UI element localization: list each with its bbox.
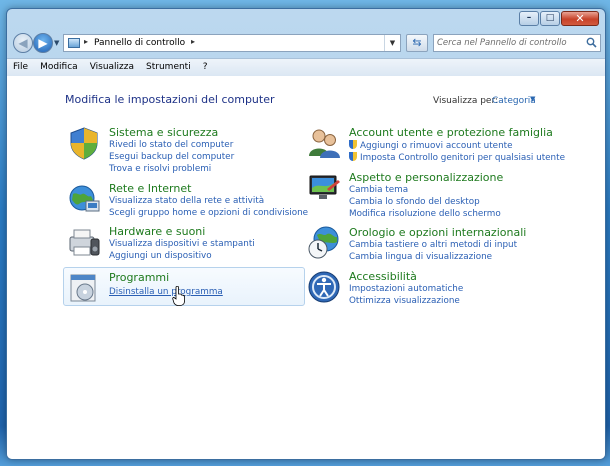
back-arrow-icon: ◀: [18, 36, 28, 50]
network-internet-icon[interactable]: [67, 182, 101, 216]
category-title[interactable]: Orologio e opzioni internazionali: [349, 226, 526, 239]
category-title[interactable]: Rete e Internet: [109, 182, 191, 195]
address-history-dropdown[interactable]: ▼: [384, 35, 400, 51]
category-title[interactable]: Sistema e sicurezza: [109, 126, 218, 139]
link-display-language[interactable]: Cambia lingua di visualizzazione: [349, 252, 492, 262]
link-backup[interactable]: Esegui backup del computer: [109, 152, 234, 162]
minimize-icon: –: [526, 13, 532, 23]
category-title[interactable]: Hardware e suoni: [109, 225, 205, 238]
chevron-down-icon[interactable]: ▼: [530, 95, 535, 103]
search-box[interactable]: [433, 34, 601, 52]
link-label: Imposta Controllo genitori per qualsiasi…: [360, 153, 565, 163]
link-label: Aggiungi o rimuovi account utente: [360, 141, 513, 151]
user-accounts-icon[interactable]: [307, 126, 341, 160]
breadcrumb-chevron-icon[interactable]: ▸: [84, 37, 88, 46]
appearance-icon[interactable]: [307, 171, 341, 205]
breadcrumb-chevron-icon[interactable]: ▸: [191, 37, 195, 46]
menu-file[interactable]: File: [7, 59, 34, 75]
system-security-icon[interactable]: [67, 126, 101, 160]
breadcrumb-control-panel[interactable]: Pannello di controllo: [94, 38, 185, 48]
link-screen-resolution[interactable]: Modifica risoluzione dello schermo: [349, 209, 501, 219]
title-bar[interactable]: – □ ✕: [7, 9, 605, 31]
link-add-device[interactable]: Aggiungi un dispositivo: [109, 251, 212, 261]
content-pane: Modifica le impostazioni del computer Vi…: [7, 76, 605, 459]
link-add-remove-accounts[interactable]: Aggiungi o rimuovi account utente: [349, 140, 513, 151]
hand-cursor-icon: [172, 286, 185, 306]
link-optimize-display[interactable]: Ottimizza visualizzazione: [349, 296, 460, 306]
link-automatic-settings[interactable]: Impostazioni automatiche: [349, 284, 463, 294]
menu-help[interactable]: ?: [197, 59, 214, 75]
link-devices-printers[interactable]: Visualizza dispositivi e stampanti: [109, 239, 255, 249]
address-bar[interactable]: ▸ Pannello di controllo ▸ ▼: [63, 34, 401, 52]
link-troubleshoot[interactable]: Trova e risolvi problemi: [109, 164, 211, 174]
maximize-button[interactable]: □: [540, 11, 560, 26]
refresh-icon: ⇆: [412, 36, 422, 49]
uac-shield-icon: [349, 152, 357, 161]
link-network-status[interactable]: Visualizza stato della rete e attività: [109, 196, 264, 206]
caption-buttons: – □ ✕: [518, 11, 599, 26]
link-review-status[interactable]: Rivedi lo stato del computer: [109, 140, 233, 150]
category-title[interactable]: Account utente e protezione famiglia: [349, 126, 553, 139]
clock-region-icon[interactable]: [307, 226, 341, 260]
minimize-button[interactable]: –: [519, 11, 539, 26]
menu-bar: File Modifica Visualizza Strumenti?: [7, 58, 605, 77]
menu-strumenti[interactable]: Strumenti: [140, 59, 197, 75]
link-uninstall-program[interactable]: Disinstalla un programma: [109, 287, 223, 297]
search-input[interactable]: [437, 35, 582, 51]
forward-button[interactable]: ▶: [33, 33, 53, 53]
close-button[interactable]: ✕: [561, 11, 599, 26]
recent-pages-dropdown[interactable]: ▼: [54, 39, 59, 47]
view-by-label: Visualizza per:: [433, 96, 499, 106]
category-title[interactable]: Aspetto e personalizzazione: [349, 171, 503, 184]
control-panel-icon: [68, 38, 80, 48]
menu-visualizza[interactable]: Visualizza: [84, 59, 140, 75]
link-change-background[interactable]: Cambia lo sfondo del desktop: [349, 197, 480, 207]
category-title[interactable]: Accessibilità: [349, 270, 417, 283]
control-panel-window: – □ ✕ ◀ ▶ ▼ ▸ Pannello di controllo ▸ ▼ …: [6, 8, 606, 460]
navigation-bar: ◀ ▶ ▼ ▸ Pannello di controllo ▸ ▼ ⇆: [11, 33, 601, 55]
accessibility-icon[interactable]: [307, 270, 341, 304]
uac-shield-icon: [349, 140, 357, 149]
forward-arrow-icon: ▶: [38, 36, 48, 50]
back-button[interactable]: ◀: [13, 33, 33, 53]
menu-modifica[interactable]: Modifica: [34, 59, 84, 75]
link-change-theme[interactable]: Cambia tema: [349, 185, 408, 195]
link-homegroup[interactable]: Scegli gruppo home e opzioni di condivis…: [109, 208, 308, 218]
maximize-icon: □: [545, 13, 555, 23]
hardware-sound-icon[interactable]: [67, 225, 101, 259]
link-parental-controls[interactable]: Imposta Controllo genitori per qualsiasi…: [349, 152, 565, 163]
category-title[interactable]: Programmi: [109, 271, 169, 284]
close-icon: ✕: [575, 12, 585, 25]
programs-icon[interactable]: [67, 271, 101, 305]
refresh-button[interactable]: ⇆: [406, 34, 428, 52]
search-icon[interactable]: [586, 37, 597, 48]
page-title: Modifica le impostazioni del computer: [65, 93, 275, 106]
link-change-keyboards[interactable]: Cambia tastiere o altri metodi di input: [349, 240, 517, 250]
